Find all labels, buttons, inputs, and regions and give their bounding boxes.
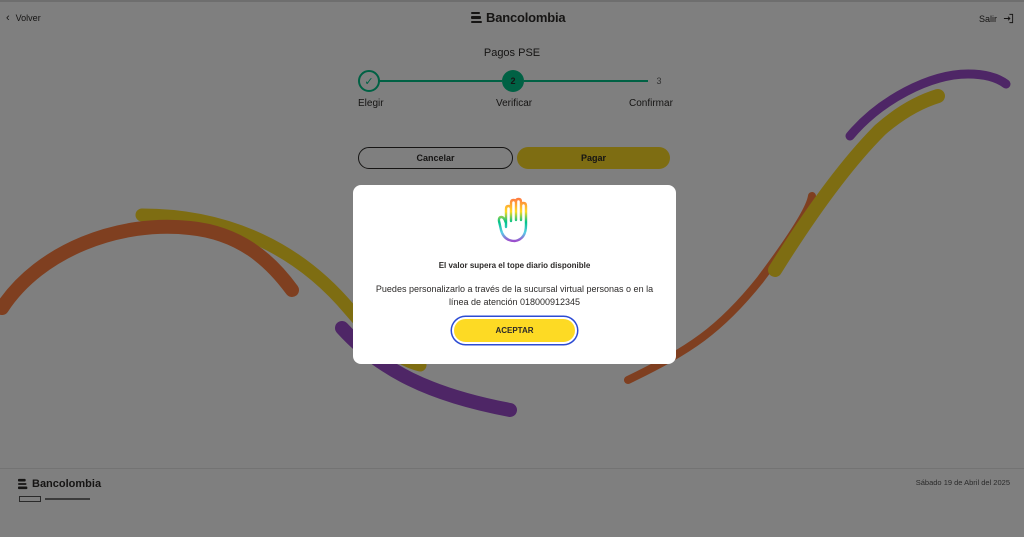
dialog-title: El valor supera el tope diario disponibl… [438,261,591,270]
alert-dialog: El valor supera el tope diario disponibl… [353,185,676,364]
raised-hand-icon [497,197,528,243]
dialog-message: Puedes personalizarlo a través de la suc… [375,284,654,307]
accept-button[interactable]: ACEPTAR [452,317,577,344]
